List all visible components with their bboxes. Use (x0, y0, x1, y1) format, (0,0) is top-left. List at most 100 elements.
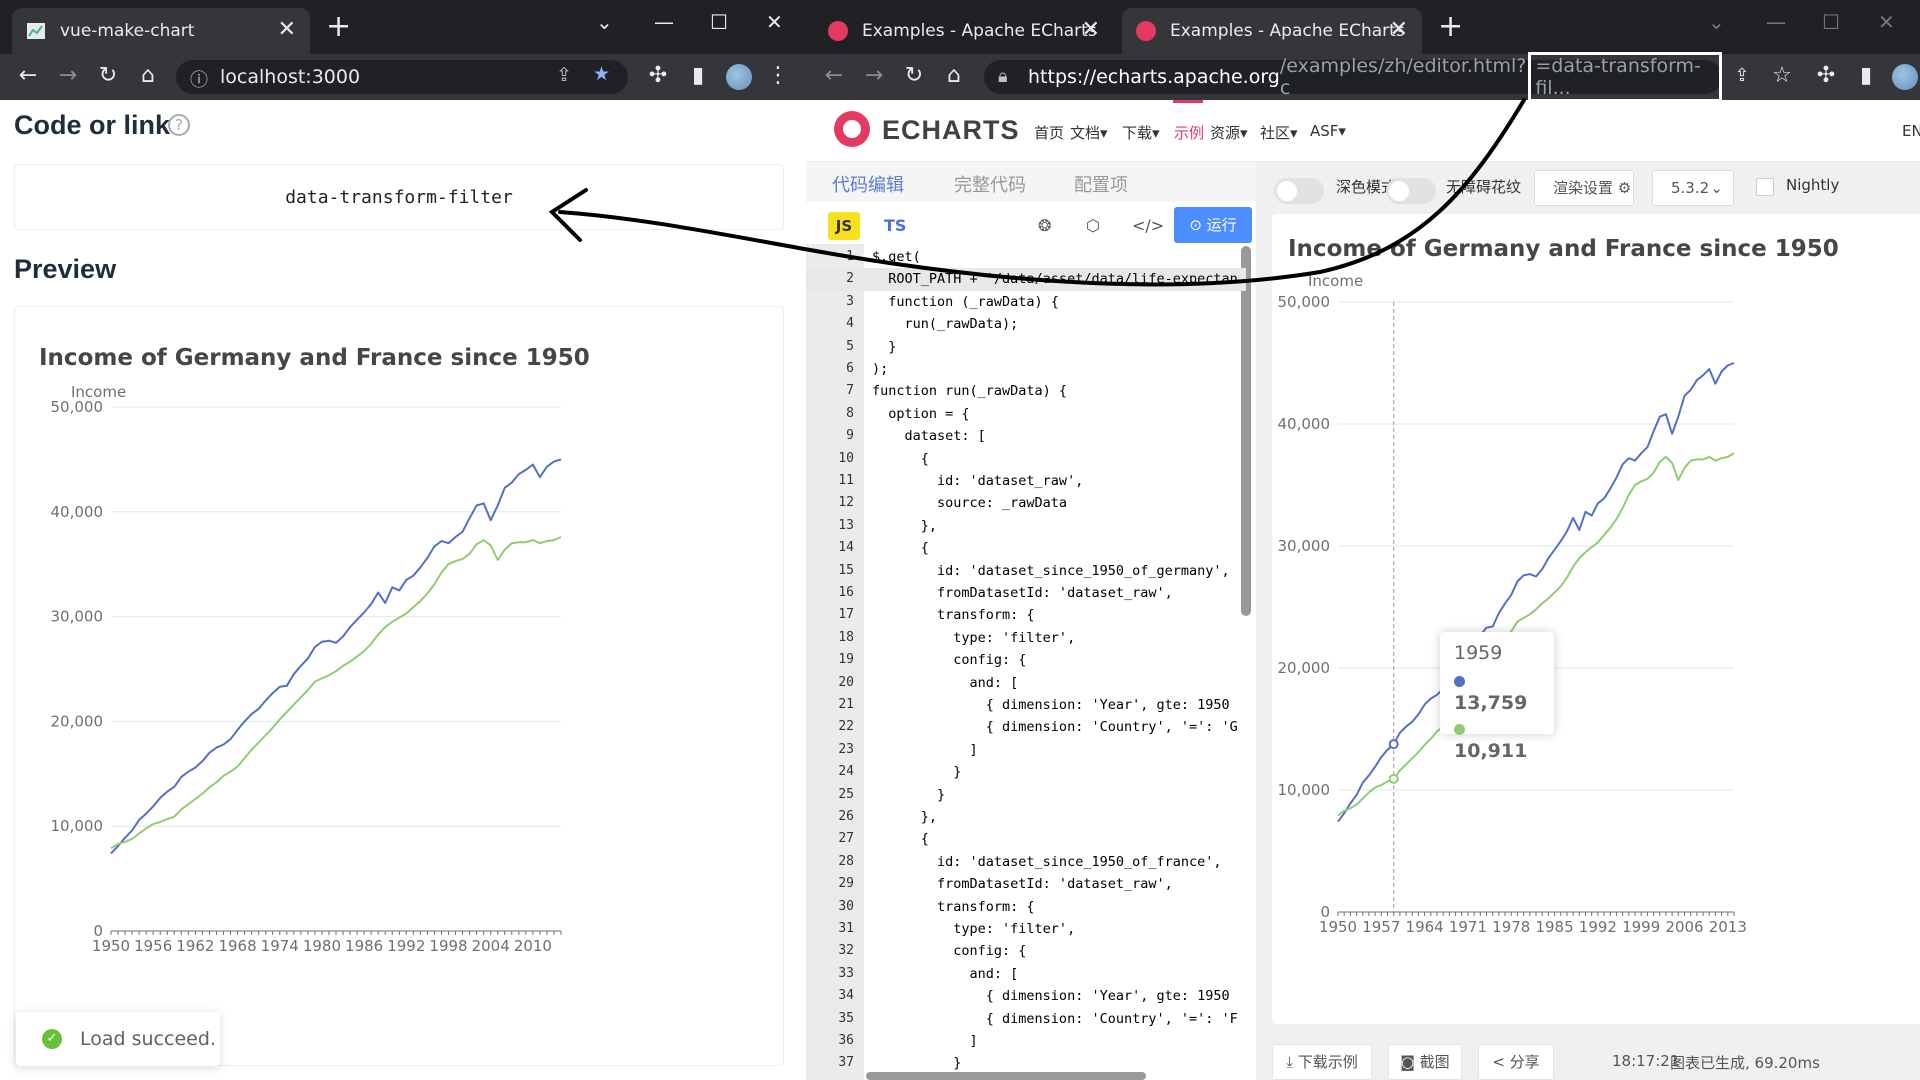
avatar[interactable] (1892, 64, 1918, 90)
bookmark-star-icon[interactable]: ★ (593, 63, 610, 85)
code-line[interactable]: 33 and: [ (806, 963, 1246, 985)
minimize-button[interactable]: — (1766, 10, 1786, 34)
minimize-button[interactable]: — (654, 10, 674, 34)
nav-examples[interactable]: 示例 (1174, 122, 1204, 143)
code-line[interactable]: 14 { (806, 537, 1246, 559)
code-line[interactable]: 9 dataset: [ (806, 425, 1246, 447)
code-line[interactable]: 2 ROOT_PATH + '/data/asset/data/life-exp… (806, 268, 1246, 291)
code-line[interactable]: 15 id: 'dataset_since_1950_of_germany', (806, 560, 1246, 582)
nav-download[interactable]: 下载▾ (1122, 122, 1160, 143)
code-line[interactable]: 13 }, (806, 515, 1246, 537)
new-tab-button[interactable]: + (326, 12, 351, 42)
format-icon[interactable]: ❂ (1038, 216, 1051, 235)
code-line[interactable]: 28 id: 'dataset_since_1950_of_france', (806, 851, 1246, 873)
code-line[interactable]: 27 { (806, 828, 1246, 850)
tab-search-icon[interactable]: ⌄ (596, 10, 613, 34)
echarts-logo-icon[interactable] (834, 111, 870, 147)
close-window-button[interactable]: ✕ (1878, 10, 1895, 34)
close-tab-icon[interactable]: ✕ (1082, 19, 1100, 41)
code-line[interactable]: 22 { dimension: 'Country', '=': 'G (806, 716, 1246, 738)
accessibility-toggle[interactable] (1386, 178, 1436, 204)
run-button[interactable]: ⊙ 运行 (1174, 207, 1252, 243)
version-select[interactable]: 5.3.2 ⌄ (1652, 170, 1734, 206)
code-line[interactable]: 26 }, (806, 806, 1246, 828)
code-line[interactable]: 34 { dimension: 'Year', gte: 1950 (806, 985, 1246, 1007)
side-panel-icon[interactable]: ▮ (1852, 63, 1880, 89)
tab-echarts-examples-2[interactable]: Examples - Apache ECharts ✕ (1122, 8, 1422, 54)
nav-resources[interactable]: 资源▾ (1210, 122, 1248, 143)
tab-echarts-examples-1[interactable]: Examples - Apache ECharts ✕ (814, 8, 1114, 54)
code-line[interactable]: 7 function run(_rawData) { (806, 380, 1246, 402)
cube-icon[interactable]: ⬡ (1086, 216, 1100, 235)
maximize-button[interactable]: ☐ (710, 10, 728, 34)
code-line[interactable]: 24 } (806, 761, 1246, 783)
share-button[interactable]: < 分享 (1478, 1044, 1554, 1080)
code-line[interactable]: 17 transform: { (806, 604, 1246, 626)
dark-mode-toggle[interactable] (1274, 178, 1324, 204)
code-input[interactable]: data-transform-filter (14, 164, 784, 230)
js-toggle[interactable]: JS (828, 212, 860, 240)
code-line[interactable]: 35 { dimension: 'Country', '=': 'F (806, 1008, 1246, 1030)
home-button[interactable]: ⌂ (940, 63, 968, 89)
code-line[interactable]: 20 and: [ (806, 672, 1246, 694)
forward-button[interactable]: → (54, 63, 82, 89)
code-line[interactable]: 37 } (806, 1052, 1246, 1074)
menu-icon[interactable]: ⋮ (764, 63, 792, 89)
bookmark-star-icon[interactable]: ☆ (1768, 63, 1796, 89)
render-settings-button[interactable]: 渲染设置 ⚙ (1534, 170, 1634, 206)
nav-language[interactable]: EN (1902, 122, 1920, 140)
avatar[interactable] (726, 64, 752, 90)
share-icon[interactable]: ⇪ (1728, 63, 1756, 89)
share-icon[interactable]: ⇪ (556, 64, 572, 86)
address-bar[interactable]: 🔒︎ https://echarts.apache.org/examples/z… (984, 52, 1722, 102)
tab-options[interactable]: 配置项 (1074, 171, 1128, 197)
nav-community[interactable]: 社区▾ (1260, 122, 1298, 143)
code-line[interactable]: 12 source: _rawData (806, 492, 1246, 514)
extensions-icon[interactable]: ✣ (1812, 63, 1840, 89)
close-tab-icon[interactable]: ✕ (278, 19, 296, 41)
extensions-icon[interactable]: ✣ (644, 63, 672, 89)
reload-button[interactable]: ↻ (900, 63, 928, 89)
tab-vue-make-chart[interactable]: vue-make-chart ✕ (12, 8, 310, 54)
ts-toggle[interactable]: TS (884, 212, 906, 240)
code-line[interactable]: 32 config: { (806, 940, 1246, 962)
nightly-checkbox[interactable] (1756, 178, 1774, 196)
back-button[interactable]: ← (820, 63, 848, 89)
nav-asf[interactable]: ASF▾ (1310, 122, 1346, 140)
code-line[interactable]: 1 $.get( (806, 246, 1246, 268)
close-tab-icon[interactable]: ✕ (1390, 19, 1408, 41)
code-line[interactable]: 19 config: { (806, 649, 1246, 671)
home-button[interactable]: ⌂ (134, 63, 162, 89)
back-button[interactable]: ← (14, 63, 42, 89)
reload-button[interactable]: ↻ (94, 63, 122, 89)
maximize-button[interactable]: ☐ (1822, 10, 1840, 34)
tab-full-code[interactable]: 完整代码 (954, 171, 1026, 197)
info-icon[interactable]: ⓘ (190, 66, 208, 92)
code-line[interactable]: 25 } (806, 784, 1246, 806)
echarts-logo-text[interactable]: ECHARTS (882, 115, 1020, 146)
code-line[interactable]: 10 { (806, 448, 1246, 470)
code-line[interactable]: 31 type: 'filter', (806, 918, 1246, 940)
tab-search-icon[interactable]: ⌄ (1708, 10, 1725, 34)
code-line[interactable]: 5 } (806, 336, 1246, 358)
code-line[interactable]: 29 fromDatasetId: 'dataset_raw', (806, 873, 1246, 895)
nav-docs[interactable]: 文档▾ (1070, 122, 1108, 143)
code-line[interactable]: 16 fromDatasetId: 'dataset_raw', (806, 582, 1246, 604)
code-line[interactable]: 36 ] (806, 1030, 1246, 1052)
code-icon[interactable]: </> (1132, 216, 1164, 235)
forward-button[interactable]: → (860, 63, 888, 89)
nav-home[interactable]: 首页 (1034, 122, 1064, 143)
code-line[interactable]: 18 type: 'filter', (806, 627, 1246, 649)
side-panel-icon[interactable]: ▮ (684, 63, 712, 89)
address-bar[interactable]: ⓘ localhost:3000 ⇪ ★ (176, 60, 628, 94)
code-line[interactable]: 11 id: 'dataset_raw', (806, 470, 1246, 492)
help-icon[interactable]: ? (168, 114, 190, 136)
code-line[interactable]: 8 option = { (806, 403, 1246, 425)
code-area[interactable]: 1 $.get(2 ROOT_PATH + '/data/asset/data/l… (806, 244, 1256, 1080)
code-line[interactable]: 3 function (_rawData) { (806, 291, 1246, 313)
screenshot-button[interactable]: ◙ 截图 (1388, 1044, 1462, 1080)
code-line[interactable]: 6); (806, 358, 1246, 380)
new-tab-button[interactable]: + (1438, 12, 1463, 42)
code-line[interactable]: 30 transform: { (806, 896, 1246, 918)
code-line[interactable]: 23 ] (806, 739, 1246, 761)
